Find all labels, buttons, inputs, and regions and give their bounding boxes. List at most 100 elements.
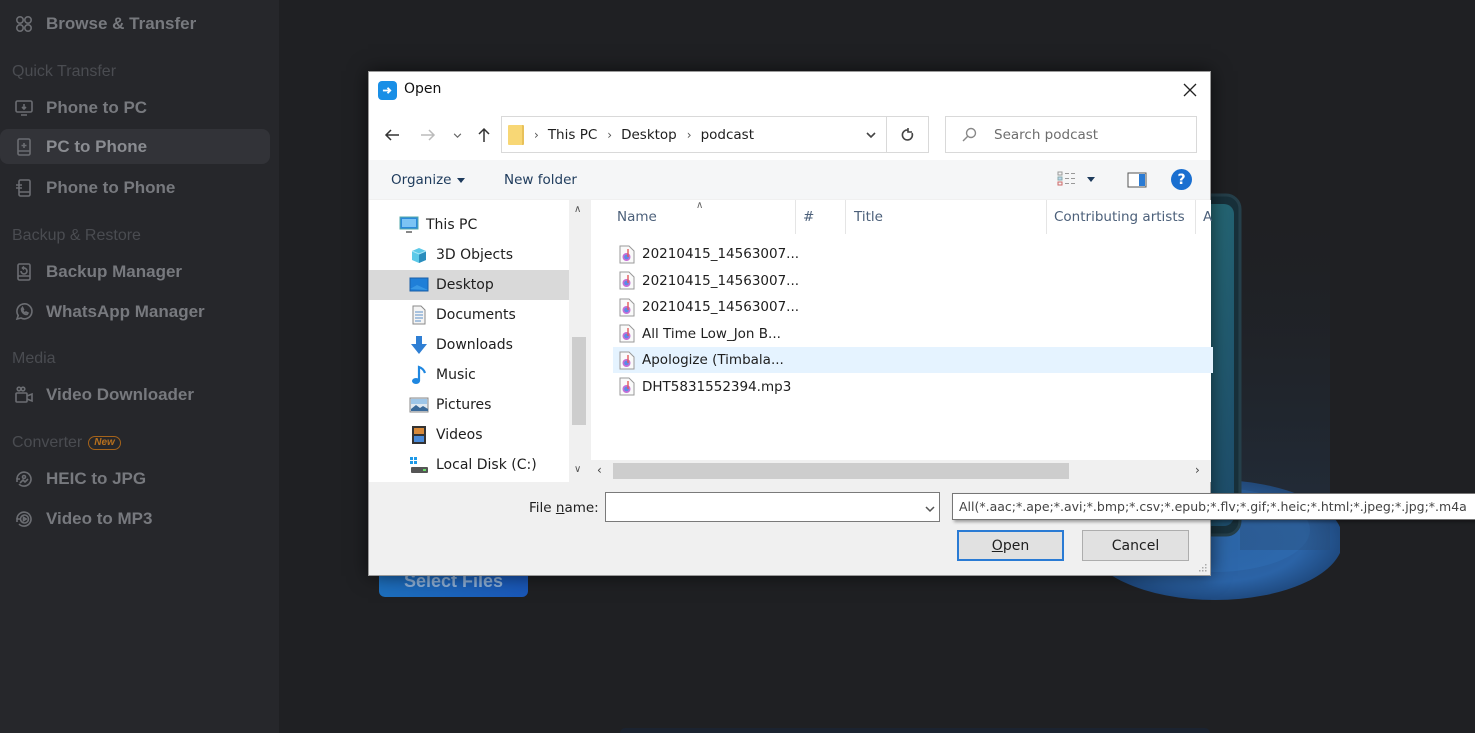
tree-item-label: Desktop [436, 277, 494, 293]
column-header-number[interactable]: # [803, 200, 814, 234]
grid-icon [0, 14, 46, 34]
file-type-filter[interactable]: All(*.aac;*.ape;*.avi;*.bmp;*.csv;*.epub… [952, 493, 1475, 520]
file-name-dropdown[interactable] [925, 502, 935, 518]
file-list-horizontal-scrollbar[interactable]: ‹ › [591, 460, 1211, 482]
scroll-left-arrow[interactable]: ‹ [597, 463, 602, 477]
column-divider[interactable] [1195, 200, 1196, 234]
file-row[interactable]: 20210415_14563007... [613, 294, 1213, 320]
sidebar-item-pc-to-phone[interactable]: PC to Phone [0, 129, 270, 164]
sidebar-item-phone-to-phone[interactable]: Phone to Phone [0, 170, 270, 205]
tree-item-label: 3D Objects [436, 247, 514, 263]
up-button[interactable] [473, 124, 495, 146]
app-sidebar: Browse & Transfer Quick Transfer Phone t… [0, 0, 279, 733]
file-name: 20210415_14563007... [642, 272, 800, 289]
tree-item-desktop[interactable]: Desktop [369, 270, 569, 300]
file-row[interactable]: 20210415_14563007... [613, 268, 1213, 294]
sidebar-item-video-downloader[interactable]: Video Downloader [0, 377, 270, 412]
navigation-pane: This PC 3D Objects Desktop Documents Dow… [369, 200, 589, 482]
file-row[interactable]: All Time Low_Jon B... [613, 321, 1213, 347]
tree-item-videos[interactable]: Videos [369, 420, 569, 450]
resize-grip-icon[interactable] [1197, 562, 1207, 572]
3d-objects-icon [409, 245, 429, 265]
sidebar-item-video-to-mp3[interactable]: Video to MP3 [0, 501, 270, 536]
pictures-icon [409, 395, 429, 415]
sidebar-item-whatsapp-manager[interactable]: WhatsApp Manager [0, 294, 270, 329]
label-part: File [529, 500, 556, 516]
navigation-pane-scrollbar[interactable]: ∧ ∨ [569, 200, 589, 482]
file-name: All Time Low_Jon B... [642, 325, 781, 342]
search-input[interactable] [994, 126, 1184, 143]
help-button[interactable]: ? [1171, 169, 1192, 190]
cancel-button[interactable]: Cancel [1082, 530, 1189, 561]
audio-file-icon [619, 324, 635, 343]
phone-to-pc-icon [0, 98, 46, 118]
search-box[interactable] [945, 116, 1197, 153]
breadcrumb-this-pc[interactable]: This PC [548, 127, 597, 143]
file-row[interactable]: Apologize (Timbala... [613, 347, 1213, 373]
back-button[interactable] [381, 124, 403, 146]
file-name-label: File name: [529, 500, 599, 516]
breadcrumb-podcast[interactable]: podcast [701, 127, 754, 143]
tree-item-downloads[interactable]: Downloads [369, 330, 569, 360]
section-title-quick-transfer: Quick Transfer [12, 63, 117, 80]
file-name: Apologize (Timbala... [642, 352, 784, 368]
file-row[interactable]: DHT5831552394.mp3 [613, 374, 1213, 400]
file-name: 20210415_14563007... [642, 299, 800, 315]
scrollbar-thumb[interactable] [572, 337, 586, 425]
downloads-icon [409, 335, 429, 355]
sidebar-item-backup-manager[interactable]: Backup Manager [0, 254, 270, 289]
dialog-titlebar[interactable]: Open [369, 72, 1210, 108]
scroll-up-arrow[interactable]: ∧ [574, 204, 581, 215]
forward-button[interactable] [417, 124, 439, 146]
column-header-title[interactable]: Title [854, 200, 883, 234]
address-history-dropdown[interactable] [858, 117, 884, 152]
sidebar-item-browse-transfer[interactable]: Browse & Transfer [0, 6, 270, 41]
scroll-down-arrow[interactable]: ∨ [574, 464, 581, 475]
tree-item-local-disk[interactable]: Local Disk (C:) [369, 450, 569, 480]
tree-item-music[interactable]: Music [369, 360, 569, 390]
scrollbar-thumb[interactable] [613, 463, 1069, 479]
sidebar-item-heic-to-jpg[interactable]: HEIC to JPG [0, 461, 270, 496]
drive-icon [409, 455, 429, 475]
file-name-combobox[interactable] [605, 492, 940, 522]
organize-label: Organize [391, 172, 452, 188]
tree-item-pictures[interactable]: Pictures [369, 390, 569, 420]
chevron-down-icon [866, 131, 876, 138]
open-button[interactable]: Open [957, 530, 1064, 561]
column-header-album[interactable]: A [1203, 200, 1212, 234]
tree-item-label: Music [436, 367, 476, 383]
tree-item-documents[interactable]: Documents [369, 300, 569, 330]
sidebar-item-label: Backup Manager [46, 261, 183, 281]
file-name-input[interactable] [606, 493, 906, 521]
sidebar-item-label: PC to Phone [46, 136, 148, 156]
address-bar[interactable]: › This PC › Desktop › podcast [501, 116, 929, 153]
open-label: pen [1002, 537, 1030, 554]
scroll-right-arrow[interactable]: › [1195, 463, 1200, 477]
chevron-down-icon [925, 506, 935, 513]
chevron-right-icon: › [534, 127, 539, 142]
column-header-name[interactable]: Name [617, 200, 657, 234]
new-folder-button[interactable]: New folder [504, 172, 577, 188]
preview-pane-button[interactable] [1127, 172, 1147, 192]
close-button[interactable] [1170, 72, 1210, 108]
navigation-bar: › This PC › Desktop › podcast [369, 108, 1210, 160]
tree-item-3d-objects[interactable]: 3D Objects [369, 240, 569, 270]
sidebar-item-phone-to-pc[interactable]: Phone to PC [0, 90, 270, 125]
change-view-button[interactable] [1057, 171, 1095, 187]
converter-title-text: Converter [12, 434, 83, 451]
organize-button[interactable]: Organize [391, 172, 466, 188]
column-divider[interactable] [845, 200, 846, 234]
tree-item-this-pc[interactable]: This PC [369, 210, 569, 240]
file-row[interactable]: 20210415_14563007... [613, 241, 1213, 267]
label-accelerator: O [991, 537, 1003, 554]
column-header-contributing-artists[interactable]: Contributing artists [1054, 200, 1185, 234]
column-divider[interactable] [795, 200, 796, 234]
tree-item-label: Downloads [436, 337, 513, 353]
refresh-button[interactable] [886, 117, 928, 152]
whatsapp-icon [0, 302, 46, 322]
breadcrumb-desktop[interactable]: Desktop [621, 127, 677, 143]
recent-locations-button[interactable] [449, 124, 465, 146]
music-icon [409, 365, 429, 385]
audio-file-icon [619, 271, 635, 290]
column-divider[interactable] [1046, 200, 1047, 234]
